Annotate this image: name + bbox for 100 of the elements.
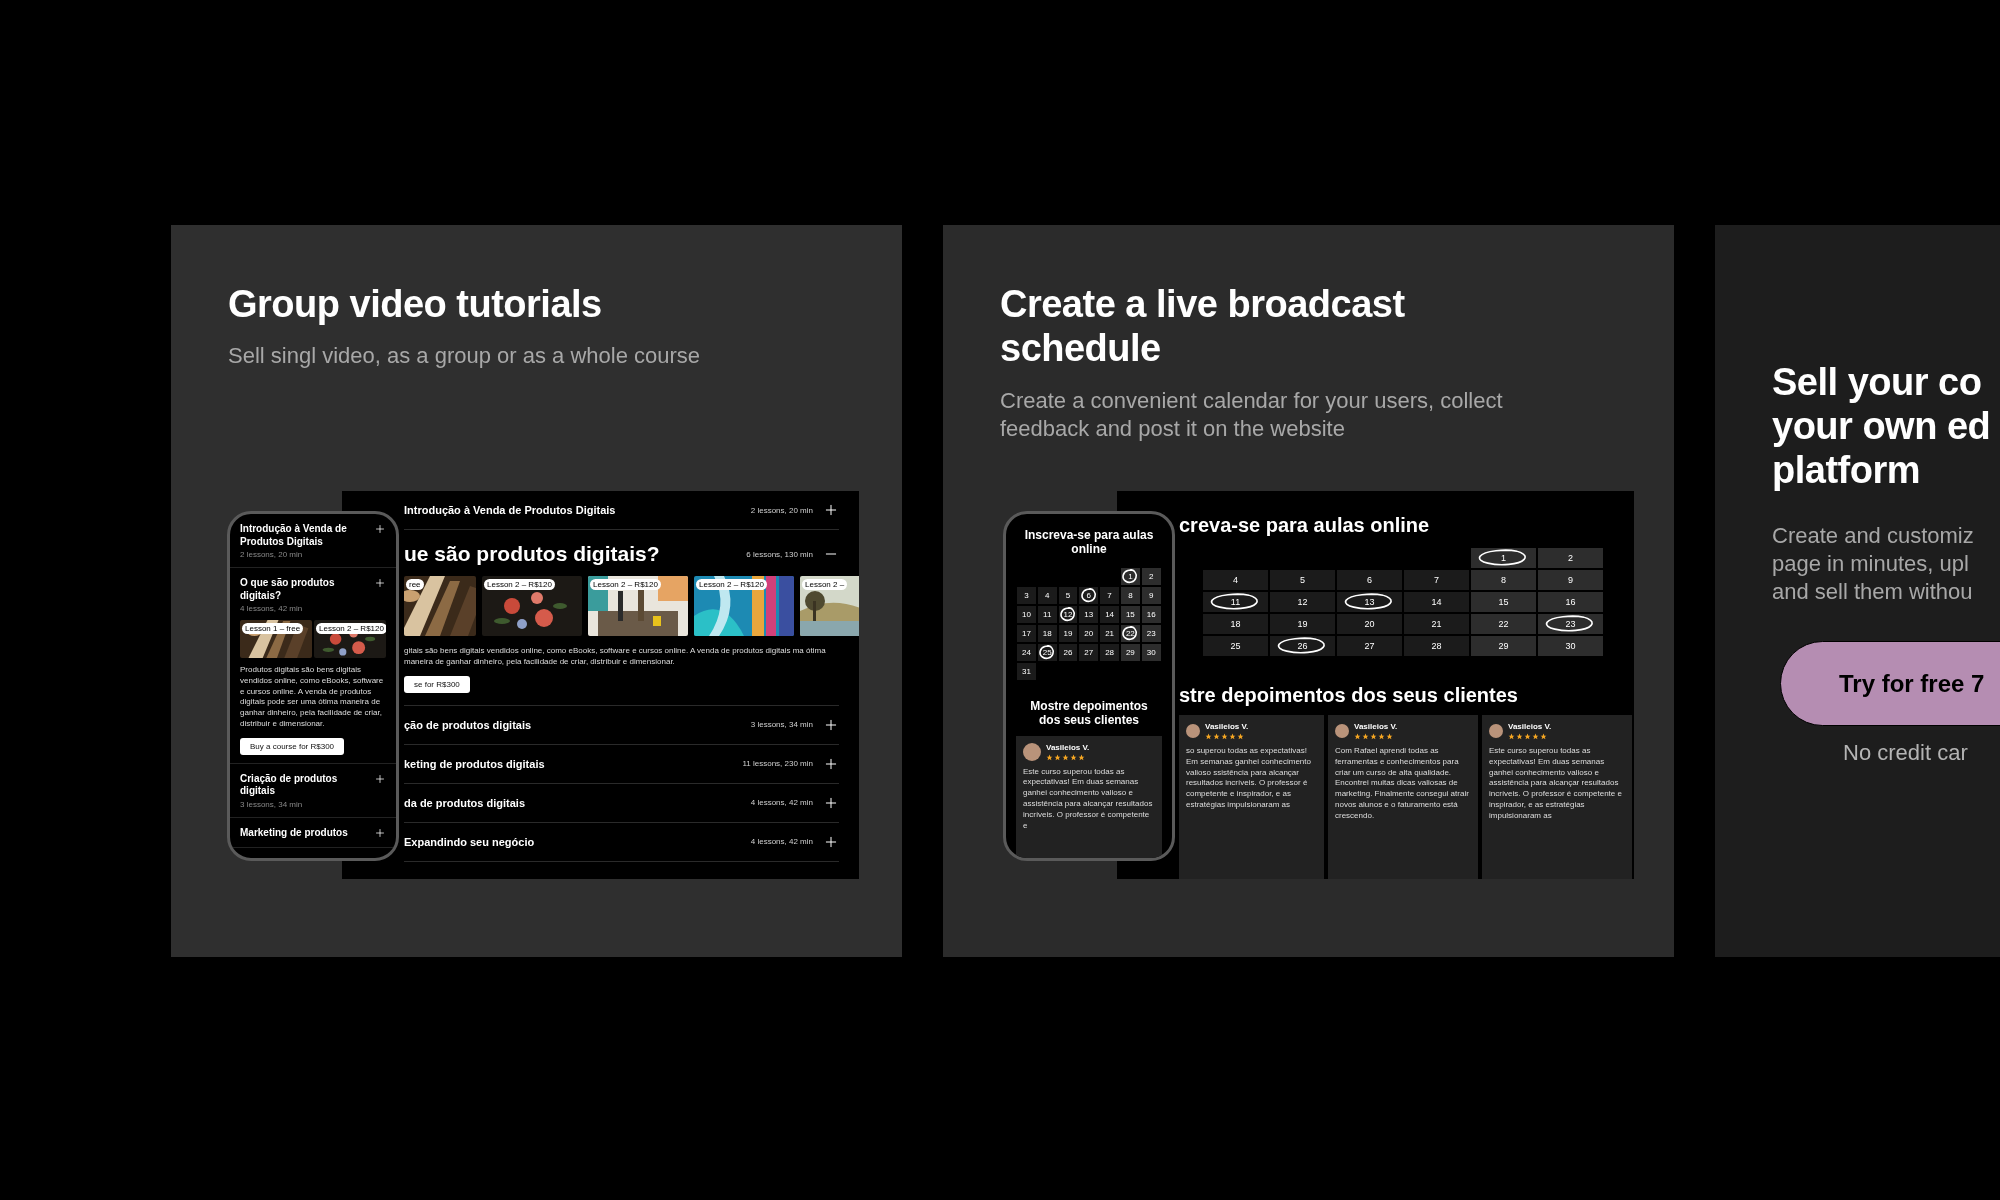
card-title: Sell your co your own ed platform bbox=[1772, 360, 1992, 493]
calendar-cell[interactable]: 13 bbox=[1336, 591, 1403, 613]
plus-icon[interactable] bbox=[823, 502, 839, 518]
calendar-cell[interactable]: 14 bbox=[1403, 591, 1470, 613]
plus-icon[interactable] bbox=[374, 772, 386, 785]
module-title[interactable]: Introdução à Venda de Produtos Digitais bbox=[240, 523, 368, 548]
calendar-cell[interactable]: 7 bbox=[1099, 585, 1120, 605]
day-number: 8 bbox=[1128, 590, 1133, 600]
module-title[interactable]: da de produtos digitais bbox=[404, 796, 741, 809]
calendar-cell[interactable]: 15 bbox=[1470, 591, 1537, 613]
calendar-cell[interactable]: 27 bbox=[1336, 635, 1403, 657]
testimonial-text: so superou todas as expectativas! Em semanas ganhei conhecimento valioso ssistência para alcançar resultados incríveis. O professor é competente e inspirador, e as estratégias impulsionaram as bbox=[1186, 746, 1312, 811]
module-description: gitais são bens digitais vendidos online, como eBooks, software e cursos online. A venda de produtos digitais ma ótima maneira de ganhar dinheiro, pela facilidade de criar, distribuir e dimensionar. bbox=[404, 646, 827, 668]
calendar-cell[interactable]: 1 bbox=[1120, 566, 1141, 586]
day-number: 2 bbox=[1568, 553, 1573, 563]
lesson-badge: Lesson 2 – R$120 bbox=[590, 579, 661, 590]
calendar-cell[interactable]: 2 bbox=[1537, 547, 1604, 569]
module-title[interactable]: ue são produtos digitais? bbox=[404, 542, 737, 566]
calendar-cell[interactable]: 14 bbox=[1099, 604, 1120, 624]
reviewer-name: Vasileios V. bbox=[1354, 722, 1398, 731]
day-number: 29 bbox=[1125, 647, 1135, 657]
plus-icon[interactable] bbox=[374, 523, 386, 535]
module-title[interactable]: Introdução à Venda de Produtos Digitais bbox=[404, 504, 741, 516]
module-title[interactable]: Expandindo seu negócio bbox=[404, 835, 741, 848]
day-number: 28 bbox=[1105, 647, 1115, 657]
calendar-cell[interactable]: 5 bbox=[1269, 569, 1336, 591]
card-subtitle: Sell singl video, as a group or as a whole course bbox=[228, 342, 702, 371]
calendar-cell[interactable]: 22 bbox=[1470, 613, 1537, 635]
day-number: 13 bbox=[1364, 597, 1375, 607]
calendar-cell[interactable]: 4 bbox=[1202, 569, 1269, 591]
module-title[interactable]: Marketing de produtos bbox=[240, 826, 368, 840]
day-number: 21 bbox=[1431, 619, 1442, 629]
module-row[interactable]: Marketing de produtos bbox=[230, 817, 396, 849]
avatar bbox=[1186, 724, 1200, 738]
calendar-cell[interactable]: 8 bbox=[1470, 569, 1537, 591]
day-number: 3 bbox=[1024, 590, 1029, 600]
module-meta: 4 lessons, 42 min bbox=[750, 798, 813, 808]
calendar-cell[interactable]: 23 bbox=[1537, 613, 1604, 635]
day-number: 15 bbox=[1498, 597, 1509, 607]
calendar-cell[interactable]: 16 bbox=[1537, 591, 1604, 613]
card-subtitle: Create and customiz page in minutes, upl and sell them withou bbox=[1772, 522, 1975, 606]
try-free-button[interactable]: Try for free 7 bbox=[1780, 641, 2000, 727]
module-title[interactable]: Criação de produtos digitais bbox=[240, 772, 368, 798]
calendar-cell[interactable]: 24 bbox=[1016, 642, 1037, 662]
calendar-cell[interactable]: 3 bbox=[1016, 585, 1037, 605]
calendar-cell[interactable]: 12 bbox=[1269, 591, 1336, 613]
calendar-cell[interactable]: 6 bbox=[1078, 585, 1100, 605]
day-number: 16 bbox=[1146, 609, 1156, 619]
card-title: Create a live broadcast schedule bbox=[1000, 282, 1406, 371]
calendar-cell[interactable]: 21 bbox=[1099, 623, 1120, 643]
module-meta: 11 lessons, 230 min bbox=[742, 759, 813, 769]
module-row[interactable]: Criação de produtos digitais 3 lessons, 34 min bbox=[230, 763, 396, 818]
day-number: 9 bbox=[1568, 575, 1573, 585]
calendar-cell[interactable]: 11 bbox=[1202, 591, 1269, 613]
section-title: Mostre depoimentos dos seus clientes bbox=[1029, 698, 1149, 728]
plus-icon[interactable] bbox=[374, 826, 386, 839]
calendar-cell[interactable]: 28 bbox=[1403, 635, 1470, 657]
calendar-cell[interactable]: 9 bbox=[1537, 569, 1604, 591]
lesson-badge: Lesson 2 – R$120 bbox=[696, 579, 767, 590]
buy-course-button[interactable]: Buy a course for R$300 bbox=[240, 737, 345, 755]
calendar-cell[interactable]: 28 bbox=[1099, 642, 1120, 662]
calendar-cell[interactable]: 30 bbox=[1537, 635, 1604, 657]
calendar-cell[interactable]: 20 bbox=[1336, 613, 1403, 635]
calendar-cell[interactable]: 7 bbox=[1403, 569, 1470, 591]
module-row[interactable]: Introdução à Venda de Produtos Digitais 2 lessons, 20 min bbox=[230, 514, 396, 568]
calendar-cell[interactable]: 18 bbox=[1202, 613, 1269, 635]
calendar-cell[interactable]: 2 bbox=[1140, 566, 1162, 586]
calendar-cell[interactable]: 1 bbox=[1470, 547, 1537, 569]
avatar bbox=[1335, 724, 1349, 738]
section-title: creva-se para aulas online bbox=[1179, 513, 1431, 537]
calendar-cell[interactable]: 25 bbox=[1202, 635, 1269, 657]
module-title[interactable]: O que são produtos digitais? bbox=[240, 577, 368, 602]
calendar-cell[interactable]: 29 bbox=[1470, 635, 1537, 657]
lesson-badge: Lesson 2 – bbox=[802, 579, 848, 590]
reviewer-name: Vasileios V. bbox=[1508, 722, 1552, 731]
buy-course-button[interactable]: se for R$300 bbox=[404, 675, 470, 693]
calendar-cell[interactable]: 10 bbox=[1016, 604, 1037, 624]
day-number: 27 bbox=[1084, 647, 1094, 657]
calendar-cell[interactable]: 31 bbox=[1016, 661, 1037, 681]
day-number: 14 bbox=[1105, 609, 1115, 619]
day-number: 17 bbox=[1021, 628, 1031, 638]
day-number: 11 bbox=[1043, 609, 1052, 619]
day-number: 4 bbox=[1233, 575, 1238, 585]
day-number: 24 bbox=[1021, 647, 1031, 657]
calendar-cell[interactable]: 26 bbox=[1269, 635, 1336, 657]
lesson-badge: Lesson 2 – R$120 bbox=[316, 623, 386, 634]
day-number: 14 bbox=[1431, 597, 1442, 607]
module-title[interactable]: keting de produtos digitais bbox=[404, 757, 733, 770]
module-description: Produtos digitais são bens digitais vendidos online, como eBooks, software e cursos online. A venda de produtos digitais pode ser uma ótima maneira de ganhar dinheiro, pela facilidade de criar, distribuir e dimensionar. bbox=[240, 665, 385, 730]
calendar-cell[interactable]: 21 bbox=[1403, 613, 1470, 635]
day-number: 18 bbox=[1230, 619, 1241, 629]
calendar-cell[interactable]: 4 bbox=[1036, 585, 1058, 605]
day-number: 22 bbox=[1498, 619, 1509, 629]
calendar-cell[interactable]: 5 bbox=[1057, 585, 1079, 605]
calendar-cell[interactable]: 19 bbox=[1269, 613, 1336, 635]
calendar-cell[interactable]: 17 bbox=[1016, 623, 1037, 643]
module-title[interactable]: ção de produtos digitais bbox=[404, 718, 741, 731]
calendar-cell[interactable]: 6 bbox=[1336, 569, 1403, 591]
plus-icon[interactable] bbox=[374, 577, 386, 589]
day-number: 12 bbox=[1063, 609, 1073, 619]
